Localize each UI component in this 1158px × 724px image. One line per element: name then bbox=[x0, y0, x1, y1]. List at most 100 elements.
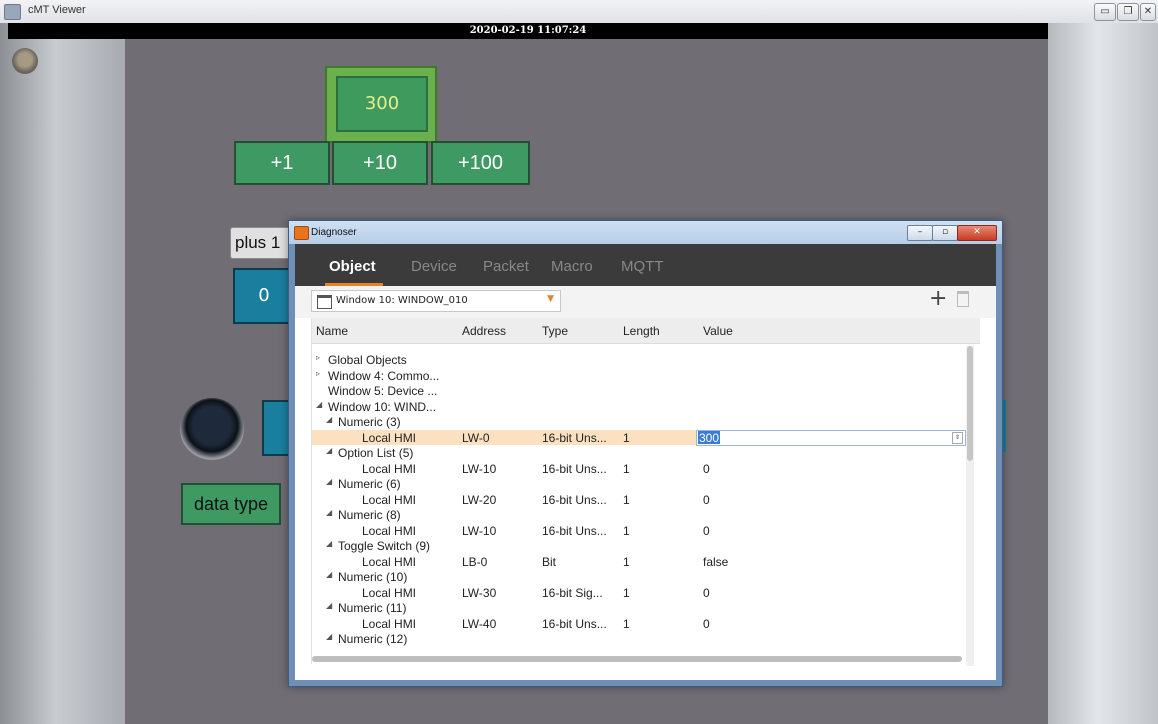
row-name: Numeric (6) bbox=[338, 477, 401, 491]
tab-macro[interactable]: Macro bbox=[551, 258, 593, 275]
row-name: Local HMI bbox=[362, 430, 417, 445]
diagnoser-minimize-button[interactable]: – bbox=[907, 225, 933, 241]
numeric-display[interactable]: 300 bbox=[336, 76, 428, 132]
collapse-arrow-icon[interactable]: ◢ bbox=[326, 539, 332, 548]
vertical-scrollbar[interactable] bbox=[966, 346, 974, 666]
table-row[interactable]: Window 5: Device ... bbox=[312, 383, 972, 398]
table-row[interactable]: Local HMI LW-0 16-bit Uns... 1 300 ⇕ bbox=[312, 429, 972, 446]
table-row[interactable]: ▹ Window 4: Commo... bbox=[312, 368, 972, 383]
row-name: Numeric (10) bbox=[338, 570, 408, 584]
plus-1-label: plus 1 bbox=[230, 227, 294, 259]
plus-100-button[interactable]: +100 bbox=[431, 141, 530, 185]
trash-icon[interactable] bbox=[957, 291, 969, 307]
plus-1-button[interactable]: +1 bbox=[234, 141, 330, 185]
column-address[interactable]: Address bbox=[462, 324, 506, 338]
spinner-icon[interactable]: ⇕ bbox=[952, 431, 963, 444]
collapse-arrow-icon[interactable]: ◢ bbox=[326, 415, 332, 424]
tab-device[interactable]: Device bbox=[411, 258, 457, 275]
row-name: Local HMI bbox=[362, 554, 417, 569]
row-name: Local HMI bbox=[362, 585, 417, 600]
collapse-arrow-icon[interactable]: ◢ bbox=[326, 570, 332, 579]
column-type[interactable]: Type bbox=[542, 324, 568, 338]
table-row[interactable]: ◢ Option List (5) bbox=[312, 445, 972, 460]
row-length: 1 bbox=[623, 492, 630, 507]
left-bezel bbox=[0, 23, 125, 724]
datetime-text: 2020-02-19 11:07:24 bbox=[469, 25, 587, 36]
tab-object[interactable]: Object bbox=[329, 258, 376, 275]
column-length[interactable]: Length bbox=[623, 324, 660, 338]
value-editor-input[interactable]: 300 ⇕ bbox=[696, 429, 966, 446]
table-row[interactable]: ◢ Window 10: WIND... bbox=[312, 399, 972, 414]
table-row[interactable]: ◢ Numeric (3) bbox=[312, 414, 972, 429]
table-row[interactable]: Local HMI LW-10 16-bit Uns... 1 0 bbox=[312, 523, 972, 538]
window-icon bbox=[317, 295, 332, 309]
row-name: Local HMI bbox=[362, 492, 417, 507]
numeric-zero-display[interactable]: 0 bbox=[233, 268, 295, 324]
plus-10-button[interactable]: +10 bbox=[332, 141, 428, 185]
table-row[interactable]: ◢ Numeric (12) bbox=[312, 631, 972, 646]
collapse-arrow-icon[interactable]: ◢ bbox=[326, 632, 332, 641]
minimize-button[interactable]: ▭ bbox=[1094, 3, 1116, 21]
row-length: 1 bbox=[623, 430, 630, 445]
row-value: false bbox=[703, 554, 729, 569]
column-value[interactable]: Value bbox=[703, 324, 733, 338]
row-type: Bit bbox=[542, 554, 557, 569]
right-bezel bbox=[1048, 23, 1158, 724]
row-value: 0 bbox=[703, 585, 710, 600]
diagnoser-close-button[interactable]: ✕ bbox=[957, 225, 997, 241]
status-led-icon bbox=[12, 48, 38, 74]
table-row[interactable]: ◢ Numeric (8) bbox=[312, 507, 972, 522]
data-type-button[interactable]: data type bbox=[181, 483, 281, 525]
app-icon bbox=[4, 4, 21, 20]
row-value: 0 bbox=[703, 616, 710, 631]
collapse-arrow-icon[interactable]: ◢ bbox=[326, 508, 332, 517]
row-name: Window 5: Device ... bbox=[328, 384, 438, 398]
row-type: 16-bit Uns... bbox=[542, 523, 607, 538]
table-row[interactable]: Local HMI LW-10 16-bit Uns... 1 0 bbox=[312, 461, 972, 476]
row-length: 1 bbox=[623, 523, 630, 538]
tab-bar: Object Device Packet Macro MQTT bbox=[295, 244, 996, 286]
restore-button[interactable]: ❐ bbox=[1117, 3, 1139, 21]
object-toolbar: Window 10: WINDOW_010 ▼ + bbox=[295, 286, 996, 318]
table-row[interactable]: Local HMI LW-30 16-bit Sig... 1 0 bbox=[312, 585, 972, 600]
expand-arrow-icon[interactable]: ▹ bbox=[316, 369, 320, 378]
table-row[interactable]: ▹ Global Objects bbox=[312, 352, 972, 367]
collapse-arrow-icon[interactable]: ◢ bbox=[326, 477, 332, 486]
diagnoser-maximize-button[interactable]: ▫ bbox=[932, 225, 958, 241]
diagnoser-title: Diagnoser bbox=[311, 227, 357, 238]
collapse-arrow-icon[interactable]: ◢ bbox=[316, 400, 322, 409]
row-type: 16-bit Uns... bbox=[542, 616, 607, 631]
horizontal-scrollbar[interactable] bbox=[312, 656, 962, 662]
vertical-scroll-thumb[interactable] bbox=[967, 346, 973, 461]
tab-mqtt[interactable]: MQTT bbox=[621, 258, 664, 275]
row-length: 1 bbox=[623, 616, 630, 631]
table-row[interactable]: ◢ Toggle Switch (9) bbox=[312, 538, 972, 553]
datetime-bar: 2020-02-19 11:07:24 bbox=[8, 23, 1048, 39]
expand-arrow-icon[interactable]: ▹ bbox=[316, 353, 320, 362]
table-row[interactable]: Local HMI LW-20 16-bit Uns... 1 0 bbox=[312, 492, 972, 507]
table-row[interactable]: Local HMI LW-40 16-bit Uns... 1 0 bbox=[312, 616, 972, 631]
collapse-arrow-icon[interactable]: ◢ bbox=[326, 446, 332, 455]
row-name: Window 10: WIND... bbox=[328, 399, 437, 414]
column-name[interactable]: Name bbox=[316, 324, 348, 338]
row-address: LW-30 bbox=[462, 585, 497, 600]
close-button[interactable]: ✕ bbox=[1140, 3, 1156, 21]
app-titlebar: cMT Viewer ▭ ❐ ✕ bbox=[0, 0, 1158, 24]
round-button[interactable] bbox=[180, 398, 244, 460]
tab-packet[interactable]: Packet bbox=[483, 258, 529, 275]
table-row[interactable]: ◢ Numeric (11) bbox=[312, 600, 972, 615]
diagnoser-window: Diagnoser – ▫ ✕ Object Device Packet Mac… bbox=[288, 220, 1003, 687]
window-select[interactable]: Window 10: WINDOW_010 ▼ bbox=[311, 290, 561, 312]
row-name: Local HMI bbox=[362, 616, 417, 631]
collapse-arrow-icon[interactable]: ◢ bbox=[326, 601, 332, 610]
add-button[interactable]: + bbox=[929, 288, 947, 310]
row-address: LW-20 bbox=[462, 492, 497, 507]
table-row[interactable]: ◢ Numeric (6) bbox=[312, 476, 972, 491]
row-name: Global Objects bbox=[328, 353, 407, 367]
table-row[interactable]: Local HMI LB-0 Bit 1 false bbox=[312, 554, 972, 569]
row-value: 0 bbox=[703, 461, 710, 476]
row-name: Window 4: Commo... bbox=[328, 368, 440, 383]
row-address: LW-10 bbox=[462, 461, 497, 476]
table-row[interactable]: ◢ Numeric (10) bbox=[312, 569, 972, 584]
row-length: 1 bbox=[623, 585, 630, 600]
